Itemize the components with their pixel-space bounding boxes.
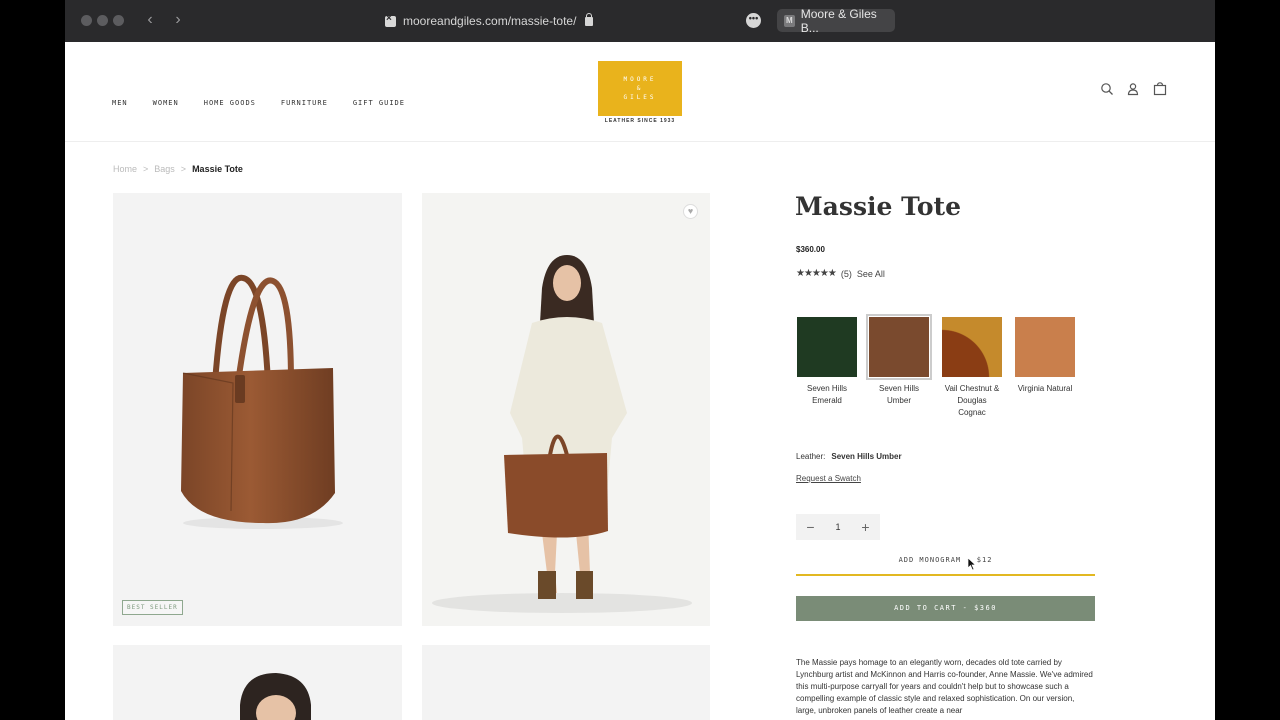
swatch-seven-hills-umber[interactable] — [866, 314, 932, 380]
breadcrumb-bags[interactable]: Bags — [154, 164, 175, 174]
product-rating[interactable]: ★★★★★ (5) See All — [796, 268, 885, 279]
search-icon[interactable] — [1100, 82, 1114, 96]
forward-icon[interactable]: › — [169, 11, 187, 29]
browser-tab[interactable]: M Moore & Giles B... — [777, 6, 895, 35]
swatch-label: Virginia Natural — [1017, 384, 1073, 393]
close-window-button[interactable] — [81, 15, 92, 26]
swatch-virginia-natural[interactable] — [1015, 317, 1075, 377]
browser-window: ‹ › mooreandgiles.com/massie-tote/ ••• M… — [65, 0, 1215, 720]
qty-plus-button[interactable]: + — [861, 519, 869, 535]
more-icon[interactable]: ••• — [746, 13, 761, 28]
breadcrumb-home[interactable]: Home — [113, 164, 137, 174]
tab-title: Moore & Giles B... — [800, 6, 877, 35]
address-bar[interactable]: mooreandgiles.com/massie-tote/ — [385, 9, 605, 33]
add-monogram-button[interactable]: ADD MONOGRAM - $12 — [796, 556, 1095, 576]
breadcrumb-separator: > — [180, 164, 187, 174]
nav-item-men[interactable]: MEN — [112, 99, 128, 107]
swatch-seven-hills-emerald[interactable] — [797, 317, 857, 377]
product-description: The Massie pays homage to an elegantly w… — [796, 658, 1093, 715]
swatch-label: Vail Chestnut & Douglas Cognac — [944, 384, 1000, 417]
best-seller-badge: BEST SELLER — [122, 600, 183, 615]
product-image-3[interactable] — [113, 645, 402, 720]
swatch-label: Seven Hills Emerald — [806, 384, 847, 405]
browser-toolbar: ‹ › mooreandgiles.com/massie-tote/ ••• M… — [65, 0, 1215, 42]
product-image-4[interactable] — [422, 645, 710, 720]
product-image-model[interactable] — [422, 193, 710, 626]
request-swatch-link[interactable]: Request a Swatch — [796, 474, 861, 483]
minimize-window-button[interactable] — [97, 15, 108, 26]
logo-text: & — [636, 85, 644, 92]
lock-icon — [585, 12, 594, 26]
product-image-bag[interactable]: BEST SELLER — [113, 193, 402, 626]
selected-leather: Leather: Seven Hills Umber — [796, 452, 902, 461]
logo-text: MOORE — [623, 76, 657, 83]
qty-value[interactable]: 1 — [835, 522, 840, 532]
nav-item-women[interactable]: WOMEN — [153, 99, 179, 107]
leather-value: Seven Hills Umber — [831, 452, 902, 461]
product-title: Massie Tote — [795, 192, 961, 221]
breadcrumb-separator: > — [143, 164, 149, 174]
tote-bag-image — [181, 274, 343, 529]
model-photo-image — [432, 255, 692, 613]
rating-count: (5) — [840, 268, 852, 279]
leather-label: Leather: — [796, 452, 826, 461]
brand-logo[interactable]: MOORE & GILES — [598, 61, 682, 116]
cart-icon[interactable] — [1153, 82, 1167, 96]
wishlist-heart-icon[interactable]: ♥ — [683, 204, 698, 219]
swatch-vail-chestnut-douglas-cognac[interactable] — [942, 317, 1002, 377]
quantity-stepper: − 1 + — [796, 514, 880, 540]
nav-item-home-goods[interactable]: HOME GOODS — [204, 99, 256, 107]
breadcrumb: Home > Bags > Massie Tote — [113, 164, 243, 174]
rating-stars-icon: ★★★★★ — [796, 268, 837, 279]
url-text: mooreandgiles.com/massie-tote/ — [403, 14, 577, 28]
account-icon[interactable] — [1126, 82, 1140, 96]
nav-item-gift-guide[interactable]: GIFT GUIDE — [353, 99, 405, 107]
swatch-label: Seven Hills Umber — [878, 384, 919, 405]
breadcrumb-current: Massie Tote — [192, 164, 243, 174]
back-icon[interactable]: ‹ — [141, 11, 159, 29]
nav-item-furniture[interactable]: FURNITURE — [281, 99, 328, 107]
main-nav: MEN WOMEN HOME GOODS FURNITURE GIFT GUID… — [112, 99, 405, 107]
site-header: MEN WOMEN HOME GOODS FURNITURE GIFT GUID… — [65, 42, 1215, 142]
tab-favicon-icon: M — [784, 14, 795, 27]
logo-text: GILES — [623, 94, 657, 101]
zoom-window-button[interactable] — [113, 15, 124, 26]
qty-minus-button[interactable]: − — [806, 519, 814, 535]
product-price: $360.00 — [796, 245, 825, 254]
logo-tagline: LEATHER SINCE 1933 — [604, 118, 676, 124]
add-to-cart-button[interactable]: ADD TO CART - $360 — [796, 596, 1095, 621]
see-all-reviews-link[interactable]: See All — [857, 269, 885, 279]
site-favicon-icon — [385, 13, 396, 27]
model-portrait-image — [240, 673, 311, 720]
mouse-cursor-icon — [967, 557, 977, 571]
